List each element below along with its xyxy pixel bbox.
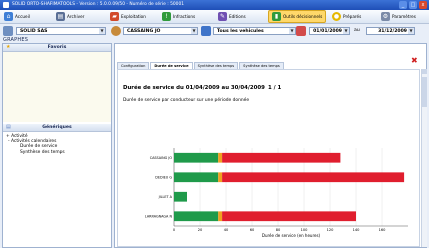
favorites-list [3,52,111,122]
date-separator: au [354,28,360,33]
toolbar-infractions-button[interactable]: ! Infractions [162,11,195,22]
vertical-scrollbar[interactable] [421,69,427,247]
x-tick-label: 160 [379,228,387,232]
generic-title: Génériques [42,125,72,130]
left-panel: ★ Favoris ▤ Génériques + Activité - Acti… [2,43,112,248]
toolbar-outils-decisionnels-button[interactable]: ▮ Outils décisionnels [268,10,327,23]
toolbar-accueil-button[interactable]: ⌂ Accueil [4,11,30,22]
category-label: DEDIEU G [155,176,172,180]
x-tick-label: 140 [353,228,361,232]
bar-segment [174,152,219,163]
toolbar-label: Accueil [15,14,30,19]
close-window-button[interactable]: x [419,1,427,9]
service-duration-chart: 0 20 40 60 80 100 120 140 160 CASSAING JO DEDIEU G… [145,148,408,238]
vehicles-value: Tous les vehicules [217,29,264,34]
home-icon: ⌂ [4,12,13,21]
date-to-field[interactable]: 31/12/2009 ▼ [366,27,415,35]
bar-segment [174,211,219,222]
report-tabs: Configuration Durée de service Synthèse … [117,62,285,69]
toolbar-exploitation-button[interactable]: ▰ Exploitation [110,11,146,22]
generic-header[interactable]: ▤ Génériques [3,124,111,132]
editions-icon: ✎ [218,12,227,21]
toolbar-prepares-button[interactable]: ● Préparés [332,11,361,22]
report-tree: + Activité - Activités calendaires Durée… [6,134,65,155]
maximize-button[interactable]: □ [409,1,417,9]
toolbar-label: Préparés [343,14,362,19]
prepared-icon: ● [332,12,341,21]
company-icon [3,26,13,36]
toolbar-label: Editions [229,14,246,19]
list-icon: ▤ [6,124,11,130]
chevron-down-icon[interactable]: ▼ [289,28,295,34]
bar-segment [174,172,219,183]
app-icon [3,2,9,8]
toolbar-archiver-button[interactable]: ▤ Archiver [56,11,84,22]
driver-icon [111,26,121,36]
archive-icon: ▤ [56,12,65,21]
chevron-down-icon[interactable]: ▼ [191,28,197,34]
x-tick-label: 60 [250,228,255,232]
star-icon: ★ [6,44,11,50]
selector-bar: SOLID SAS ▼ CASSAING JO ▼ Tous les vehic… [0,24,429,37]
tab-synthese-des-temps-2[interactable]: Synthèse des temps [239,62,284,69]
x-tick-label: 20 [198,228,203,232]
title-bar: SOLID ORTO-SHAFIMATOOLS - Version : 5.0.… [0,0,429,10]
scroll-thumb[interactable] [422,77,427,107]
favorites-title: Favoris [47,45,67,50]
bar-segment [222,152,341,163]
x-axis-label: Durée de service (en heures) [262,233,321,238]
toolbar-parametres-button[interactable]: ⚙ Paramètres [381,11,416,22]
driver-select[interactable]: CASSAING JO ▼ [123,27,198,35]
window-title: SOLID ORTO-SHAFIMATOOLS - Version : 5.0.… [12,2,185,7]
calendar-icon[interactable] [296,26,306,36]
category-label: CASSAING JO [150,156,173,160]
x-tick-label: 120 [327,228,335,232]
toolbar-label: Paramètres [392,14,416,19]
truck-icon: ▰ [110,12,119,21]
settings-icon: ⚙ [381,12,390,21]
toolbar-label: Exploitation [121,14,146,19]
date-from-field[interactable]: 01/01/2009 ▼ [309,27,350,35]
bar-segment [222,211,356,222]
toolbar-label: Archiver [67,14,85,19]
vehicle-select[interactable]: Tous les vehicules ▼ [213,27,296,35]
bar-segment [174,191,187,202]
bar-segment [218,152,223,163]
date-from-value: 01/01/2009 [313,29,342,34]
chevron-down-icon[interactable]: ▼ [99,28,105,34]
driver-value: CASSAING JO [127,29,161,34]
scroll-up-arrow[interactable] [422,69,427,74]
tab-duree-de-service[interactable]: Durée de service [150,62,193,69]
toolbar-label: Outils décisionnels [283,14,323,19]
toolbar-label: Infractions [173,14,196,19]
tab-synthese-des-temps[interactable]: Synthèse des temps [193,62,239,69]
chevron-down-icon[interactable]: ▼ [343,28,349,34]
bar-segment [218,211,223,222]
category-label: JILLET A [158,195,173,199]
company-value: SOLID SAS [20,29,48,34]
favorites-header[interactable]: ★ Favoris [3,44,111,52]
toolbar-editions-button[interactable]: ✎ Editions [218,11,246,22]
x-tick-label: 100 [301,228,309,232]
bar-segment [218,172,223,183]
app-window: SOLID ORTO-SHAFIMATOOLS - Version : 5.0.… [0,0,429,248]
close-report-icon[interactable]: ✖ [411,56,418,65]
x-tick-label: 80 [276,228,281,232]
company-select[interactable]: SOLID SAS ▼ [16,27,106,35]
report-content: Durée de service du 01/04/2009 au 30/04/… [117,69,420,247]
chart-tools-icon: ▮ [272,12,281,21]
chevron-down-icon[interactable]: ▼ [408,28,414,34]
tab-configuration[interactable]: Configuration [117,62,150,69]
x-tick-label: 40 [224,228,229,232]
infraction-icon: ! [162,12,171,21]
x-tick-label: 0 [173,228,176,232]
category-label: LARRAGNAGA N [145,215,173,219]
tree-item-synthese-des-temps[interactable]: Synthèse des temps [6,150,65,155]
date-to-value: 31/12/2009 [378,29,407,34]
minimize-button[interactable]: _ [399,1,407,9]
report-area: Configuration Durée de service Synthèse … [114,43,427,248]
vehicle-icon [201,26,211,36]
bar-segment [222,172,405,183]
main-toolbar: ⌂ Accueil ▤ Archiver ▰ Exploitation ! In… [0,10,429,24]
